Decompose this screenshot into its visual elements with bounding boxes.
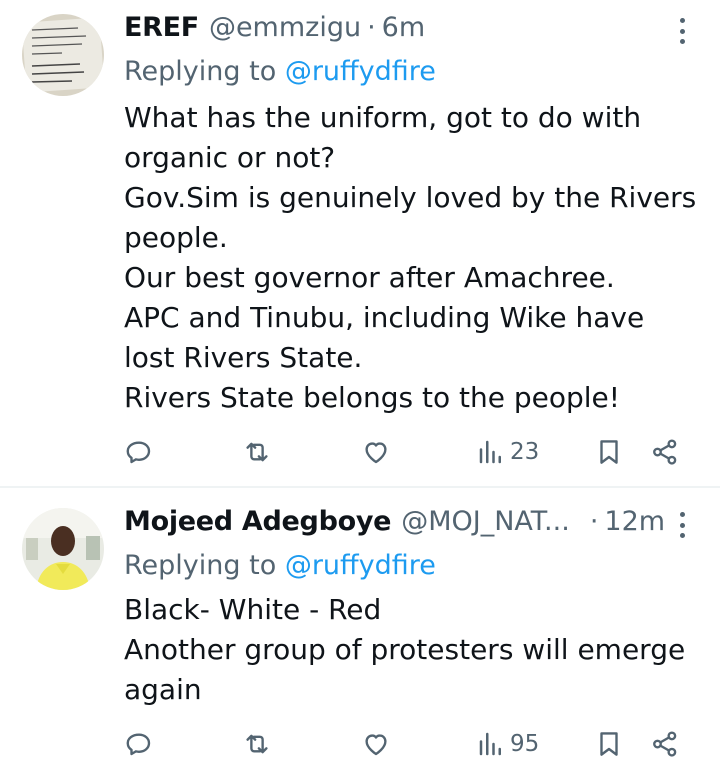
action-bar: 95 (124, 724, 686, 764)
tweet-header: EREF @emmzigu · 6m (124, 12, 425, 46)
tweet[interactable]: EREF @emmzigu · 6m Replying to @ruffydfi… (0, 0, 720, 486)
tweet-text-line: What has the uniform, got to do with (124, 101, 642, 134)
share-icon (653, 439, 677, 465)
replying-to: Replying to @ruffydfire (124, 56, 436, 87)
views-icon (479, 732, 501, 756)
like-button[interactable] (361, 724, 391, 764)
timestamp[interactable]: 6m (382, 12, 425, 43)
author-handle[interactable]: @MOJ_NAT... (401, 506, 570, 537)
share-icon (653, 731, 677, 757)
tweet-text-line: Another group of protesters will emerge (124, 633, 686, 666)
views-count: 95 (510, 731, 540, 757)
replying-to: Replying to @ruffydfire (124, 550, 436, 581)
action-bar: 23 (124, 432, 686, 472)
avatar[interactable] (22, 14, 104, 96)
tweet-text-line: people. (124, 221, 228, 254)
reply-icon (126, 733, 151, 756)
share-button[interactable] (650, 724, 680, 764)
tweet-text-line: Rivers State belongs to the people! (124, 381, 620, 414)
like-button[interactable] (361, 432, 391, 472)
author-handle[interactable]: @emmzigu (209, 12, 361, 43)
retweet-icon (246, 442, 268, 462)
tweet-text-line: organic or not? (124, 141, 336, 174)
like-icon (365, 442, 387, 464)
bookmark-button[interactable] (594, 724, 624, 764)
tweet-text-line: lost Rivers State. (124, 341, 363, 374)
bookmark-icon (600, 732, 618, 756)
tweet[interactable]: Mojeed Adegboye @MOJ_NAT... · 12m Replyi… (0, 488, 720, 764)
avatar[interactable] (22, 508, 104, 590)
retweet-button[interactable] (242, 432, 272, 472)
tweet-header: Mojeed Adegboye @MOJ_NAT... · 12m (124, 506, 665, 540)
share-button[interactable] (650, 432, 680, 472)
more-icon[interactable] (672, 508, 692, 542)
tweet-text-line: Black- White - Red (124, 593, 382, 626)
views-icon (479, 440, 501, 464)
author-name[interactable]: EREF (124, 12, 199, 43)
replying-to-link[interactable]: @ruffydfire (285, 56, 436, 87)
tweet-text-line: APC and Tinubu, including Wike have (124, 301, 645, 334)
bookmark-icon (600, 440, 618, 464)
tweet-text-line: again (124, 673, 202, 706)
reply-button[interactable] (124, 432, 154, 472)
reply-button[interactable] (124, 724, 154, 764)
like-icon (365, 734, 387, 756)
separator-dot: · (367, 12, 376, 43)
tweet-text: Black- White - Red Another group of prot… (124, 590, 694, 710)
more-icon[interactable] (672, 14, 692, 48)
reply-icon (126, 441, 151, 464)
views-button[interactable]: 95 (476, 724, 539, 764)
retweet-button[interactable] (242, 724, 272, 764)
retweet-icon (246, 734, 268, 754)
author-name[interactable]: Mojeed Adegboye (124, 506, 391, 537)
bookmark-button[interactable] (594, 432, 624, 472)
replying-to-label: Replying to (124, 56, 285, 87)
tweet-text: What has the uniform, got to do with org… (124, 98, 697, 418)
replying-to-label: Replying to (124, 550, 285, 581)
replying-to-link[interactable]: @ruffydfire (285, 550, 436, 581)
tweet-text-line: Our best governor after Amachree. (124, 261, 615, 294)
tweet-text-line: Gov.Sim is genuinely loved by the Rivers (124, 181, 697, 214)
views-count: 23 (510, 439, 540, 465)
views-button[interactable]: 23 (476, 432, 539, 472)
separator-dot: · (589, 506, 599, 537)
timestamp[interactable]: 12m (604, 506, 665, 537)
